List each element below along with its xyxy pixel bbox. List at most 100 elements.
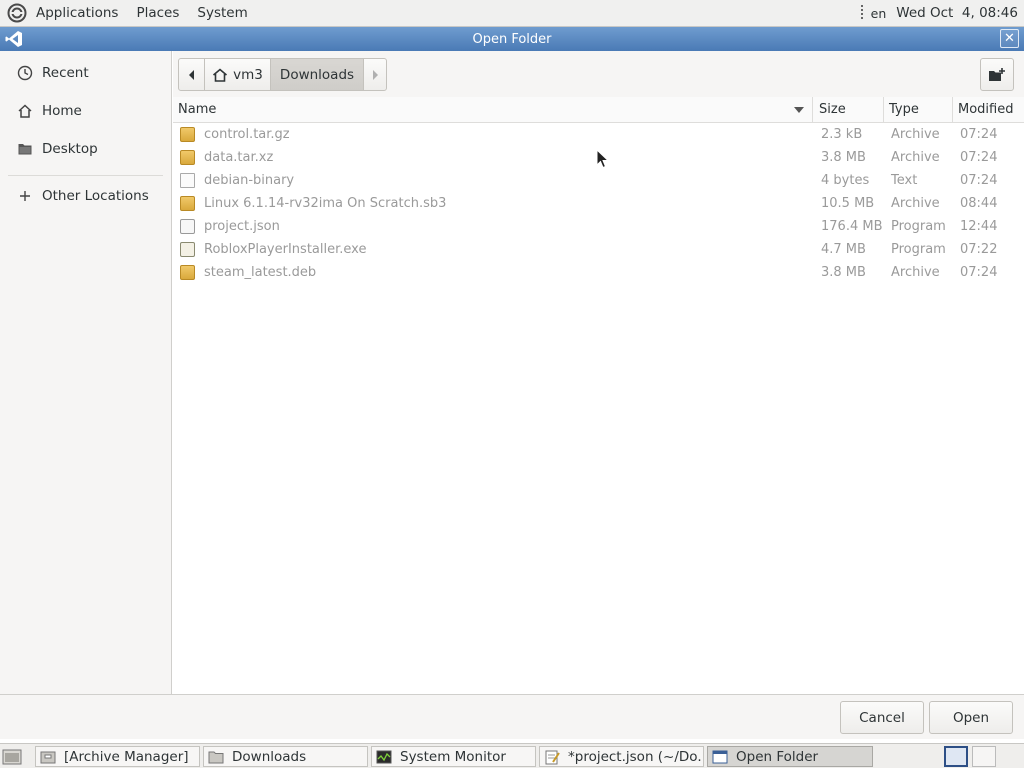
places-menu[interactable]: Places [136,3,179,23]
sidebar-item-desktop[interactable]: Desktop [0,132,171,166]
path-forward-button[interactable] [364,59,386,90]
top-panel: Applications Places System en Wed Oct 4,… [0,0,1024,27]
path-segment-vm3[interactable]: vm3 [205,59,271,90]
desktop-folder-icon [16,140,34,158]
taskbar-item-text-editor[interactable]: *project.json (~/Do... [539,746,704,767]
column-header-modified[interactable]: Modified [952,97,1024,123]
show-desktop-icon [2,749,22,765]
taskbar-item-system-monitor[interactable]: System Monitor [371,746,536,767]
places-sidebar: Recent Home Desktop Other Locations [0,51,172,694]
column-header-type[interactable]: Type [883,97,952,123]
archive-icon [180,127,195,142]
column-header-label: Name [178,102,217,117]
path-back-button[interactable] [179,59,205,90]
file-size: 3.8 MB [821,150,866,165]
taskbar-item-downloads[interactable]: Downloads [203,746,368,767]
text-file-icon [180,173,195,188]
show-desktop-button[interactable] [2,747,22,766]
applications-menu[interactable]: Applications [36,3,118,23]
file-modified: 07:24 [960,127,998,142]
column-header-label: Size [819,102,846,117]
file-list: Name Size Type Modified control.tar.gz 2… [173,97,1024,694]
cancel-button[interactable]: Cancel [840,701,924,734]
file-type: Program [891,242,946,257]
file-row[interactable]: project.json 176.4 MB Program 12:44 [173,215,1024,238]
file-modified: 07:22 [960,242,998,257]
file-modified: 07:24 [960,173,998,188]
file-row[interactable]: RobloxPlayerInstaller.exe 4.7 MB Program… [173,238,1024,261]
column-header-name[interactable]: Name [173,97,812,123]
file-type: Archive [891,127,940,142]
taskbar-item-archive-manager[interactable]: [Archive Manager] [35,746,200,767]
sidebar-item-recent[interactable]: Recent [0,56,171,90]
taskbar-item-label: Downloads [232,748,307,765]
file-type: Program [891,219,946,234]
archive-icon [180,265,195,280]
new-folder-icon [989,67,1005,81]
column-header-size[interactable]: Size [812,97,883,123]
vscode-app-icon [5,30,23,48]
file-name: control.tar.gz [204,127,290,142]
taskbar-item-label: [Archive Manager] [64,748,189,765]
file-size: 4 bytes [821,173,870,188]
path-segment-label: Downloads [279,66,355,83]
file-type: Archive [891,265,940,280]
file-row[interactable]: Linux 6.1.14-rv32ima On Scratch.sb3 10.5… [173,192,1024,215]
file-size: 2.3 kB [821,127,863,142]
new-folder-button[interactable] [980,58,1014,91]
clock[interactable]: Wed Oct 4, 08:46 [896,5,1018,21]
file-size: 176.4 MB [821,219,883,234]
chevron-left-icon [188,69,194,80]
distro-logo-icon[interactable] [6,2,28,24]
taskbar-item-label: *project.json (~/Do... [568,748,704,765]
plus-icon [16,187,34,205]
executable-icon [180,242,195,257]
file-modified: 07:24 [960,150,998,165]
workspace-2[interactable] [972,746,996,767]
keyboard-layout-indicator[interactable]: en [871,6,887,21]
sidebar-item-label: Home [42,103,82,119]
file-type: Text [891,173,918,188]
file-modified: 12:44 [960,219,998,234]
close-button[interactable]: ✕ [1000,29,1019,48]
open-button[interactable]: Open [929,701,1013,734]
taskbar-item-label: System Monitor [400,748,506,765]
archive-icon [180,196,195,211]
path-bar: vm3 Downloads [173,51,1024,97]
home-icon [213,67,228,82]
file-name: data.tar.xz [204,150,274,165]
system-monitor-icon [376,750,392,763]
file-name: project.json [204,219,280,234]
clock-icon [16,64,34,82]
path-segment-label: vm3 [233,66,263,83]
taskbar: [Archive Manager] Downloads System Monit… [0,743,1024,768]
file-size: 4.7 MB [821,242,866,257]
dialog-title: Open Folder [472,31,552,47]
file-row[interactable]: debian-binary 4 bytes Text 07:24 [173,169,1024,192]
sidebar-item-label: Desktop [42,141,98,157]
column-header-label: Modified [958,102,1014,117]
chevron-right-icon [373,69,378,80]
file-row[interactable]: control.tar.gz 2.3 kB Archive 07:24 [173,123,1024,146]
file-modified: 07:24 [960,265,998,280]
file-row[interactable]: steam_latest.deb 3.8 MB Archive 07:24 [173,261,1024,284]
file-name: steam_latest.deb [204,265,317,280]
close-icon: ✕ [1004,31,1015,46]
sidebar-divider [8,175,163,176]
taskbar-item-open-folder[interactable]: Open Folder [707,746,873,767]
mouse-cursor-icon [596,148,610,169]
workspace-1[interactable] [944,746,968,767]
taskbar-item-label: Open Folder [736,748,819,765]
folder-icon [208,751,224,763]
system-menu[interactable]: System [197,3,247,23]
sidebar-item-label: Other Locations [42,188,149,204]
window-icon [712,750,728,763]
sidebar-item-home[interactable]: Home [0,94,171,128]
text-editor-icon [545,750,560,764]
panel-handle [860,5,863,21]
dialog-title-bar[interactable]: Open Folder ✕ [0,27,1024,51]
sidebar-item-other-locations[interactable]: Other Locations [0,179,171,213]
file-type: Archive [891,196,940,211]
file-name: debian-binary [204,173,295,188]
path-segment-downloads[interactable]: Downloads [271,59,364,90]
